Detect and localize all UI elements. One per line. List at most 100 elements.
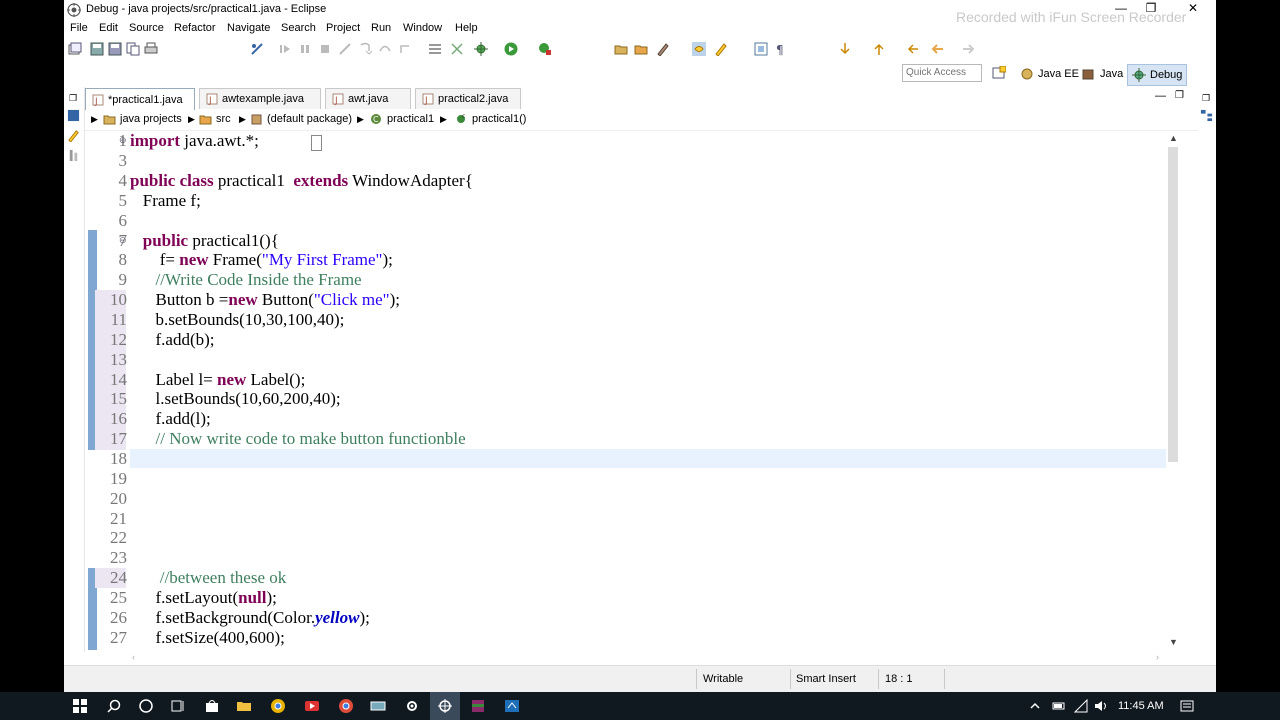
file-explorer-icon[interactable] [236, 698, 252, 714]
debug-gear-icon[interactable] [474, 42, 488, 56]
perspective-java-ee[interactable]: Java EE [1016, 64, 1083, 84]
breadcrumb-package[interactable]: (default package) [250, 113, 352, 125]
minimize-editor-icon[interactable]: — [1155, 90, 1166, 102]
highlight-icon[interactable] [714, 42, 728, 56]
step-over-icon[interactable] [378, 42, 392, 56]
step-into-icon[interactable] [358, 42, 372, 56]
restore-icon[interactable]: ❐ [69, 93, 77, 104]
close-icon[interactable]: ✕ [1180, 1, 1206, 15]
taskbar-clock[interactable]: 11:45 AM [1118, 700, 1164, 712]
perspective-java[interactable]: Java [1078, 64, 1127, 84]
eclipse-debug-icon[interactable] [437, 698, 453, 714]
skip-breakpoints-icon[interactable] [250, 42, 264, 56]
perspective-debug[interactable]: Debug [1127, 64, 1188, 86]
suspend-icon[interactable] [298, 42, 312, 56]
outline-icon[interactable] [67, 149, 80, 162]
tab-practical1[interactable]: J *practical1.java [85, 88, 195, 110]
show-hidden-icons-icon[interactable] [1030, 701, 1040, 711]
menu-project[interactable]: Project [326, 22, 360, 34]
breadcrumb-project[interactable]: java projects [103, 113, 182, 125]
code-editor[interactable]: 1 ⊕ 3 4 5 6 7 ⊖ 8 9 10 11 12 13 14 15 16… [85, 131, 1166, 651]
menu-refactor[interactable]: Refactor [174, 22, 216, 34]
terminate-icon[interactable] [318, 42, 332, 56]
restore-icon[interactable]: ❐ [1138, 1, 1164, 15]
media-player-icon[interactable] [304, 698, 320, 714]
scroll-left-icon[interactable]: ‹ [132, 652, 135, 662]
scroll-up-icon[interactable]: ▲ [1169, 133, 1178, 143]
package-explorer-icon[interactable] [67, 109, 80, 122]
code-line: //between these ok [159, 568, 287, 587]
wifi-icon[interactable] [1074, 699, 1088, 713]
fold-minus-icon[interactable]: ⊖ [119, 235, 127, 246]
task-view-icon[interactable] [170, 698, 186, 714]
last-edit-icon[interactable] [906, 42, 920, 56]
current-line-highlight [130, 449, 1166, 468]
print-icon[interactable] [144, 42, 158, 56]
menu-run[interactable]: Run [371, 22, 391, 34]
toggle-mark-occurrences-icon[interactable] [692, 42, 706, 56]
chrome-icon[interactable] [338, 698, 354, 714]
save-all-icon[interactable] [108, 42, 122, 56]
previous-annotation-icon[interactable] [872, 42, 886, 56]
external-tools-icon[interactable] [538, 42, 552, 56]
svg-text:c: c [462, 113, 465, 120]
restore-icon[interactable]: ❐ [1202, 93, 1210, 104]
menu-file[interactable]: File [70, 22, 88, 34]
horizontal-scrollbar[interactable]: ‹ › [126, 651, 1166, 665]
disconnect-icon[interactable] [338, 42, 352, 56]
back-icon[interactable] [930, 42, 944, 56]
action-center-icon[interactable] [1180, 699, 1194, 713]
resume-icon[interactable] [278, 42, 292, 56]
keyboard-icon[interactable] [370, 698, 386, 714]
new-package-icon[interactable] [634, 42, 648, 56]
next-annotation-icon[interactable] [838, 42, 852, 56]
menu-search[interactable]: Search [281, 22, 316, 34]
new-class-icon[interactable] [656, 42, 670, 56]
app-window-icon[interactable] [504, 698, 520, 714]
folded-import-box[interactable] [311, 135, 322, 151]
show-paragraph-icon[interactable]: ¶ [774, 42, 788, 56]
volume-icon[interactable] [1094, 699, 1108, 713]
breadcrumb-method[interactable]: c practical1() [455, 113, 526, 125]
menu-edit[interactable]: Edit [99, 22, 118, 34]
new-java-project-icon[interactable] [614, 42, 628, 56]
minimize-icon[interactable]: — [1108, 1, 1134, 15]
cortana-icon[interactable] [138, 698, 154, 714]
copy-icon[interactable] [126, 42, 140, 56]
open-perspective-icon[interactable] [992, 66, 1006, 80]
vertical-scroll-thumb[interactable] [1168, 147, 1178, 462]
settings-gear-icon[interactable] [404, 698, 420, 714]
menu-source[interactable]: Source [129, 22, 164, 34]
store-icon[interactable] [204, 698, 220, 714]
save-icon[interactable] [90, 42, 104, 56]
run-icon[interactable] [504, 42, 518, 56]
fold-plus-icon[interactable]: ⊕ [119, 135, 127, 146]
breadcrumb-src[interactable]: src [199, 113, 231, 125]
step-return-icon[interactable] [398, 42, 412, 56]
battery-icon[interactable] [1052, 699, 1066, 713]
search-icon[interactable] [106, 698, 122, 714]
quick-access-input[interactable] [902, 64, 982, 82]
drop-to-frame-icon[interactable] [428, 42, 442, 56]
forward-icon[interactable] [962, 42, 976, 56]
tab-awt[interactable]: J awt.java [325, 88, 411, 109]
maximize-editor-icon[interactable]: ❐ [1175, 90, 1184, 101]
menu-navigate[interactable]: Navigate [227, 22, 270, 34]
tab-practical2[interactable]: J practical2.java [415, 88, 521, 109]
show-whitespace-icon[interactable] [754, 42, 768, 56]
debug-view-icon[interactable] [67, 129, 80, 142]
windows-start-icon[interactable] [72, 698, 88, 714]
new-icon[interactable] [68, 42, 82, 56]
scroll-right-icon[interactable]: › [1156, 652, 1159, 662]
menu-help[interactable]: Help [455, 22, 478, 34]
use-step-filters-icon[interactable] [450, 42, 464, 56]
chrome-icon[interactable] [270, 698, 286, 714]
tab-awtexample[interactable]: J awtexample.java [199, 88, 321, 109]
scroll-down-icon[interactable]: ▼ [1169, 637, 1178, 647]
breadcrumb-class[interactable]: C practical1 [370, 113, 434, 125]
outline-view-icon[interactable] [1200, 109, 1213, 122]
line-number: 12 [110, 330, 127, 349]
menu-window[interactable]: Window [403, 22, 442, 34]
winrar-icon[interactable] [470, 698, 486, 714]
svg-text:J: J [424, 96, 428, 105]
